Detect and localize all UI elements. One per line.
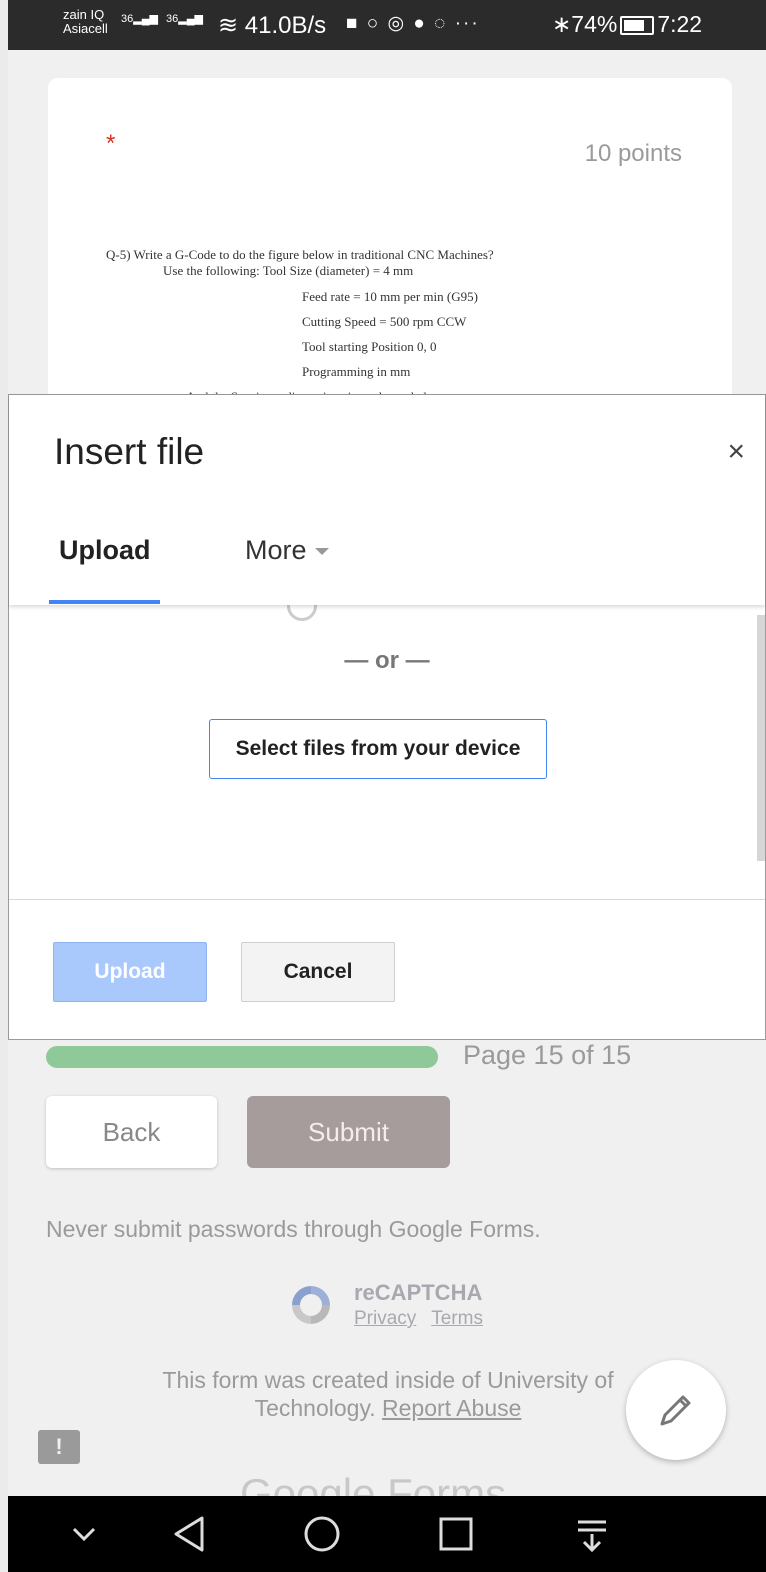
notification-app-icons: ■ ○ ◎ ● ◌ ··· (346, 13, 480, 34)
insert-file-dialog: Insert file × Upload More — or — Select … (8, 394, 766, 1040)
dialog-body: — or — Select files from your device (9, 605, 765, 899)
password-warning: Never submit passwords through Google Fo… (46, 1216, 541, 1242)
dialog-header: Insert file × Upload More (9, 395, 765, 605)
submit-button[interactable]: Submit (247, 1096, 450, 1168)
upload-button[interactable]: Upload (53, 942, 207, 1002)
battery-icon (620, 16, 655, 36)
bluetooth-icon: ∗ (552, 11, 572, 37)
notification-pull-icon[interactable] (572, 1514, 612, 1554)
wifi-icon: ≋ (218, 12, 245, 39)
status-right: ∗74% 7:22 (552, 11, 702, 38)
progress-bar (46, 1046, 438, 1068)
dialog-title: Insert file (54, 431, 205, 472)
recaptcha-title: reCAPTCHA (354, 1280, 483, 1305)
battery-percent: 74% (571, 11, 618, 37)
page-indicator: Page 15 of 15 (463, 1040, 632, 1070)
back-triangle-icon[interactable] (170, 1514, 210, 1554)
active-tab-indicator (49, 600, 160, 604)
recaptcha-icon (292, 1286, 330, 1324)
points-label: 10 points (584, 140, 682, 167)
chevron-down-icon (314, 548, 329, 556)
or-divider: — or — (344, 647, 430, 674)
feedback-icon[interactable]: ! (38, 1430, 80, 1464)
question-card: * 10 points Q-5) Write a G-Code to do th… (48, 78, 732, 418)
terms-link[interactable]: Terms (431, 1308, 483, 1329)
chevron-down-icon[interactable] (64, 1514, 104, 1554)
cancel-button[interactable]: Cancel (241, 942, 395, 1002)
recents-square-icon[interactable] (436, 1514, 476, 1554)
close-icon[interactable]: × (727, 435, 745, 469)
network-speed: ≋ 41.0B/s (218, 12, 327, 39)
question-line: Cutting Speed = 500 rpm CCW (302, 314, 467, 329)
dialog-footer: Upload Cancel (9, 899, 765, 1042)
status-bar: zain IQ Asiacell 36▂▄▆ 36▂▄▆ ≋ 41.0B/s ■… (8, 0, 766, 50)
question-line: Programming in mm (302, 364, 411, 379)
back-button[interactable]: Back (46, 1096, 217, 1168)
required-asterisk: * (106, 130, 116, 157)
screen: zain IQ Asiacell 36▂▄▆ 36▂▄▆ ≋ 41.0B/s ■… (8, 0, 766, 1572)
signal-icon-2: 36▂▄▆ (166, 13, 203, 25)
recaptcha-links: Privacy Terms (354, 1308, 493, 1330)
privacy-link[interactable]: Privacy (354, 1308, 416, 1329)
form-footer: Page 15 of 15 Back Submit Never submit p… (8, 1040, 766, 1517)
home-circle-icon[interactable] (302, 1514, 342, 1554)
edit-fab-button[interactable] (626, 1360, 726, 1460)
navigation-bar (8, 1496, 766, 1572)
question-line: Tool starting Position 0, 0 (302, 339, 437, 354)
signal-icon: 36▂▄▆ (121, 13, 158, 25)
upload-drop-icon (287, 605, 317, 621)
question-line: Use the following: Tool Size (diameter) … (163, 263, 414, 278)
dialog-scrollbar[interactable] (757, 615, 765, 861)
select-files-button[interactable]: Select files from your device (209, 719, 547, 779)
clock: 7:22 (657, 11, 703, 37)
question-line: Feed rate = 10 mm per min (G95) (302, 289, 478, 304)
report-abuse-link[interactable]: Report Abuse (382, 1395, 521, 1421)
tab-upload[interactable]: Upload (59, 535, 151, 566)
pencil-icon (660, 1395, 691, 1426)
carrier-name: zain IQ Asiacell (63, 7, 108, 36)
tab-more[interactable]: More (245, 535, 329, 566)
